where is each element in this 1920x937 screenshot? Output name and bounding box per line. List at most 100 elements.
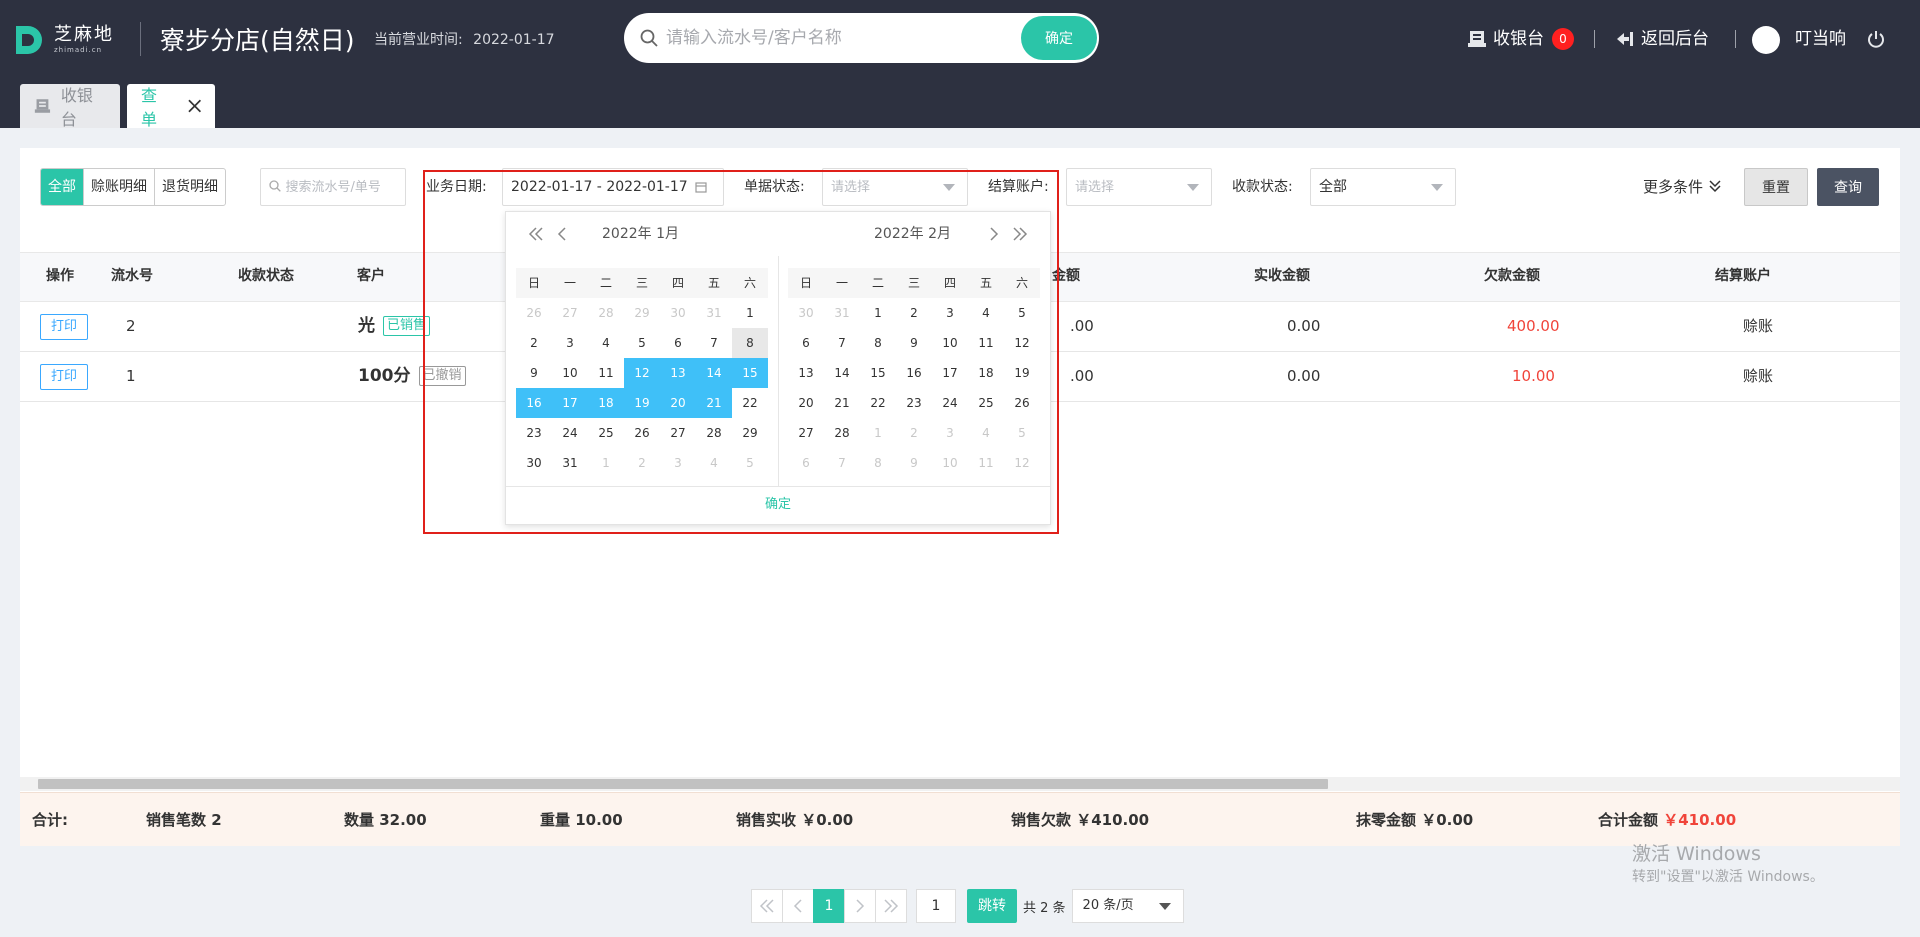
calendar-day[interactable]: 6 (788, 328, 824, 358)
account-select[interactable]: 请选择 (1066, 168, 1212, 206)
calendar-day[interactable]: 18 (588, 388, 624, 418)
calendar-day[interactable]: 30 (516, 448, 552, 478)
page-size-select[interactable]: 20 条/页 (1071, 889, 1184, 923)
calendar-day[interactable]: 12 (1004, 448, 1040, 478)
calendar-day[interactable]: 1 (588, 448, 624, 478)
prev-page-button[interactable] (782, 889, 814, 923)
calendar-day[interactable]: 29 (732, 418, 768, 448)
calendar-day[interactable]: 27 (660, 418, 696, 448)
calendar-day[interactable]: 28 (696, 418, 732, 448)
calendar-day[interactable]: 10 (552, 358, 588, 388)
calendar-day[interactable]: 22 (732, 388, 768, 418)
segment-return[interactable]: 退货明细 (155, 169, 225, 205)
calendar-day[interactable]: 2 (896, 418, 932, 448)
calendar-day[interactable]: 16 (516, 388, 552, 418)
print-button[interactable]: 打印 (40, 314, 88, 340)
calendar-day[interactable]: 27 (552, 298, 588, 328)
calendar-day[interactable]: 4 (588, 328, 624, 358)
calendar-day[interactable]: 19 (624, 388, 660, 418)
calendar-day[interactable]: 24 (932, 388, 968, 418)
calendar-day[interactable]: 9 (896, 448, 932, 478)
calendar-day[interactable]: 5 (1004, 298, 1040, 328)
next-year-icon[interactable] (1010, 212, 1030, 256)
calendar-day[interactable]: 8 (860, 448, 896, 478)
calendar-day[interactable]: 12 (1004, 328, 1040, 358)
calendar-day[interactable]: 31 (696, 298, 732, 328)
segment-all[interactable]: 全部 (41, 169, 84, 205)
calendar-day[interactable]: 7 (696, 328, 732, 358)
tab-query-order[interactable]: 查单 (127, 84, 215, 129)
jump-button[interactable]: 跳转 (967, 889, 1017, 923)
calendar-day[interactable]: 10 (932, 328, 968, 358)
calendar-day[interactable]: 13 (788, 358, 824, 388)
calendar-day[interactable]: 26 (516, 298, 552, 328)
calendar-day[interactable]: 25 (588, 418, 624, 448)
page-button-current[interactable]: 1 (813, 889, 845, 923)
calendar-day[interactable]: 21 (696, 388, 732, 418)
calendar-day[interactable]: 2 (624, 448, 660, 478)
horizontal-scrollbar[interactable] (20, 777, 1900, 791)
calendar-day[interactable]: 4 (968, 298, 1004, 328)
next-month-icon[interactable] (984, 212, 1004, 256)
back-to-admin-link[interactable]: 返回后台 (1615, 26, 1709, 52)
calendar-day[interactable]: 5 (1004, 418, 1040, 448)
calendar-day[interactable]: 1 (860, 418, 896, 448)
calendar-day[interactable]: 28 (588, 298, 624, 328)
segment-credit[interactable]: 赊账明细 (84, 169, 155, 205)
calendar-day[interactable]: 26 (1004, 388, 1040, 418)
calendar-day[interactable]: 9 (896, 328, 932, 358)
calendar-day[interactable]: 15 (732, 358, 768, 388)
power-icon[interactable] (1866, 29, 1886, 49)
calendar-day[interactable]: 3 (660, 448, 696, 478)
prev-year-icon[interactable] (526, 212, 546, 256)
print-button[interactable]: 打印 (40, 364, 88, 390)
more-conditions[interactable]: 更多条件 (1643, 168, 1722, 206)
calendar-day[interactable]: 31 (552, 448, 588, 478)
calendar-day[interactable]: 3 (932, 298, 968, 328)
calendar-day[interactable]: 11 (588, 358, 624, 388)
search-confirm-button[interactable]: 确定 (1021, 16, 1097, 60)
calendar-day[interactable]: 17 (932, 358, 968, 388)
calendar-day[interactable]: 14 (824, 358, 860, 388)
jump-page-input[interactable]: 1 (916, 889, 956, 923)
calendar-day[interactable]: 14 (696, 358, 732, 388)
calendar-day[interactable]: 8 (732, 328, 768, 358)
calendar-day[interactable]: 21 (824, 388, 860, 418)
calendar-day[interactable]: 13 (660, 358, 696, 388)
calendar-day[interactable]: 22 (860, 388, 896, 418)
calendar-day[interactable]: 3 (932, 418, 968, 448)
calendar-day[interactable]: 5 (624, 328, 660, 358)
calendar-day[interactable]: 20 (660, 388, 696, 418)
calendar-day[interactable]: 31 (824, 298, 860, 328)
calendar-day[interactable]: 7 (824, 448, 860, 478)
reset-button[interactable]: 重置 (1744, 168, 1808, 206)
user-name[interactable]: 叮当响 (1795, 26, 1846, 52)
calendar-day[interactable]: 10 (932, 448, 968, 478)
calendar-day[interactable]: 1 (860, 298, 896, 328)
calendar-day[interactable]: 30 (660, 298, 696, 328)
calendar-day[interactable]: 4 (968, 418, 1004, 448)
calendar-day[interactable]: 15 (860, 358, 896, 388)
query-button[interactable]: 查询 (1817, 168, 1879, 206)
calendar-day[interactable]: 6 (660, 328, 696, 358)
calendar-day[interactable]: 11 (968, 448, 1004, 478)
scrollbar-thumb[interactable] (38, 779, 1328, 789)
calendar-confirm-button[interactable]: 确定 (506, 486, 1050, 524)
avatar[interactable] (1752, 26, 1780, 54)
calendar-day[interactable]: 20 (788, 388, 824, 418)
calendar-day[interactable]: 23 (516, 418, 552, 448)
cashier-link[interactable]: 收银台 0 (1467, 26, 1574, 52)
calendar-day[interactable]: 16 (896, 358, 932, 388)
calendar-day[interactable]: 17 (552, 388, 588, 418)
calendar-day[interactable]: 1 (732, 298, 768, 328)
next-page-button[interactable] (844, 889, 876, 923)
calendar-day[interactable]: 24 (552, 418, 588, 448)
calendar-day[interactable]: 12 (624, 358, 660, 388)
calendar-day[interactable]: 3 (552, 328, 588, 358)
prev-month-icon[interactable] (552, 212, 572, 256)
calendar-day[interactable]: 19 (1004, 358, 1040, 388)
calendar-day[interactable]: 25 (968, 388, 1004, 418)
calendar-day[interactable]: 6 (788, 448, 824, 478)
calendar-day[interactable]: 9 (516, 358, 552, 388)
calendar-day[interactable]: 4 (696, 448, 732, 478)
